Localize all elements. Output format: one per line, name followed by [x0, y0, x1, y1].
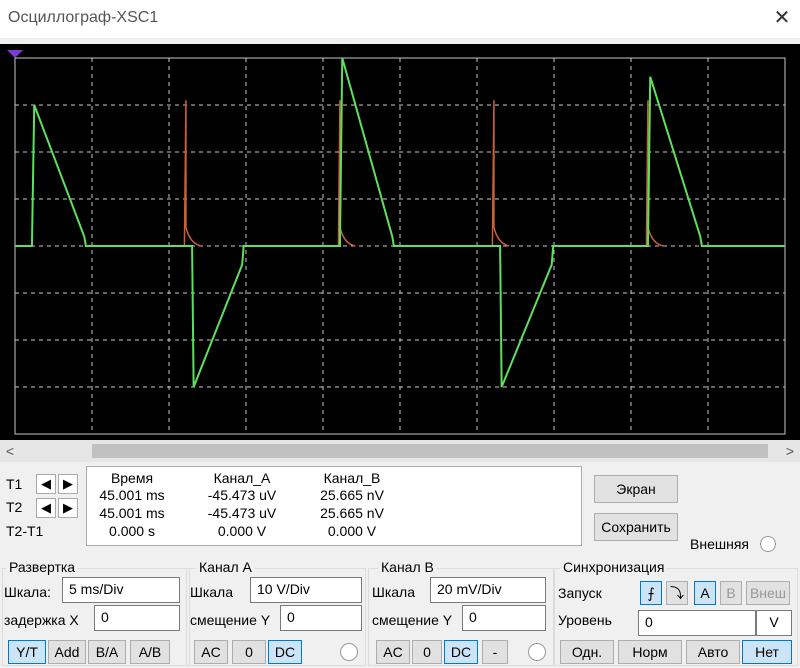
t2-right-arrow-icon[interactable]: ▶ [58, 498, 78, 518]
channel-b-dc-button[interactable]: DC [444, 640, 478, 664]
horizontal-scrollbar[interactable]: < > [0, 440, 800, 462]
t1-right-arrow-icon[interactable]: ▶ [58, 474, 78, 494]
trigger-edge-label: Запуск [558, 585, 602, 601]
channel-b-offset-label: смещение Y [372, 612, 453, 628]
t2-time: 45.001 ms [99, 505, 165, 521]
timebase-title: Развертка [6, 559, 79, 575]
header-channel-b: Канал_B [323, 470, 381, 486]
channel-a-scale-label: Шкала [190, 584, 234, 600]
cursor-t1-label: T1 [6, 476, 23, 492]
channel-a-dc-button[interactable]: DC [268, 640, 302, 664]
t2-left-arrow-icon[interactable]: ◀ [36, 498, 56, 518]
channel-a-zero-button[interactable]: 0 [232, 640, 266, 664]
scroll-thumb[interactable] [92, 444, 768, 458]
trigger-source-a-button[interactable]: A [694, 581, 716, 605]
trigger-source-ext-button[interactable]: Внеш [746, 581, 790, 605]
external-label: Внешняя [690, 536, 749, 552]
trigger-auto-button[interactable]: Авто [686, 640, 740, 664]
waveform-plot [7, 50, 786, 435]
channel-b-scale-field[interactable]: 20 mV/Div [430, 577, 546, 603]
trigger-normal-button[interactable]: Норм [618, 640, 682, 664]
channel-b-title: Канал B [378, 559, 437, 575]
scroll-right-icon[interactable]: > [782, 441, 798, 461]
channel-b-spike [183, 100, 202, 247]
timebase-scale-label: Шкала: [4, 584, 51, 600]
dt-time: 0.000 s [109, 523, 155, 539]
channel-a-offset-field[interactable]: 0 [280, 605, 362, 631]
delay-x-label: задержка X [4, 612, 79, 628]
channel-b-radio[interactable] [528, 643, 546, 661]
trigger-single-button[interactable]: Одн. [560, 640, 614, 664]
trigger-level-label: Уровень [558, 612, 612, 628]
trigger-marker-icon [7, 50, 23, 58]
dt-channel-a: 0.000 V [217, 523, 267, 539]
mode-ab-button[interactable]: A/B [130, 640, 170, 664]
t2-channel-b: 25.665 nV [320, 505, 384, 521]
trigger-none-button[interactable]: Нет [742, 640, 792, 664]
timebase-scale-field[interactable]: 5 ms/Div [62, 577, 180, 603]
rising-edge-icon[interactable]: ⨍ [640, 581, 662, 605]
external-radio[interactable] [760, 536, 776, 552]
trigger-level-field[interactable]: 0 [638, 610, 756, 636]
mode-ba-button[interactable]: B/A [88, 640, 126, 664]
close-icon[interactable]: ✕ [770, 5, 794, 31]
channel-b-ac-button[interactable]: AC [376, 640, 410, 664]
channel-b-scale-label: Шкала [372, 584, 416, 600]
mode-add-button[interactable]: Add [48, 640, 86, 664]
channel-b-invert-button[interactable]: - [482, 640, 508, 664]
cursor-readout-table: Время Канал_A Канал_B 45.001 ms -45.473 … [86, 466, 582, 546]
dt-channel-b: 0.000 V [327, 523, 377, 539]
screen-button[interactable]: Экран [594, 475, 678, 503]
cursor-dt-label: T2-T1 [6, 523, 44, 539]
channel-a-ac-button[interactable]: AC [194, 640, 228, 664]
trigger-title: Синхронизация [560, 559, 668, 575]
save-button[interactable]: Сохранить [594, 513, 678, 541]
channel-b-zero-button[interactable]: 0 [412, 640, 442, 664]
mode-yt-button[interactable]: Y/T [8, 640, 46, 664]
trigger-level-unit[interactable]: V [756, 610, 792, 636]
cursor-t2-label: T2 [6, 499, 23, 515]
t1-time: 45.001 ms [99, 487, 165, 503]
channel-a-radio[interactable] [340, 643, 358, 661]
t2-channel-a: -45.473 uV [207, 505, 277, 521]
falling-edge-icon[interactable]: ⤵ [666, 581, 688, 605]
channel-a-offset-label: смещение Y [190, 612, 271, 628]
window-title: Осциллограф-XSC1 [8, 9, 159, 26]
channel-a-scale-field[interactable]: 10 V/Div [250, 577, 362, 603]
header-time: Время [110, 470, 154, 486]
scroll-left-icon[interactable]: < [2, 441, 18, 461]
delay-x-field[interactable]: 0 [94, 605, 180, 631]
trigger-source-b-button[interactable]: B [720, 581, 742, 605]
channel-a-title: Канал A [196, 559, 255, 575]
oscilloscope-screen [0, 44, 800, 440]
header-channel-a: Канал_A [213, 470, 271, 486]
t1-channel-a: -45.473 uV [207, 487, 277, 503]
channel-b-spike [491, 100, 510, 247]
t1-left-arrow-icon[interactable]: ◀ [36, 474, 56, 494]
t1-channel-b: 25.665 nV [320, 487, 384, 503]
channel-b-offset-field[interactable]: 0 [462, 605, 546, 631]
